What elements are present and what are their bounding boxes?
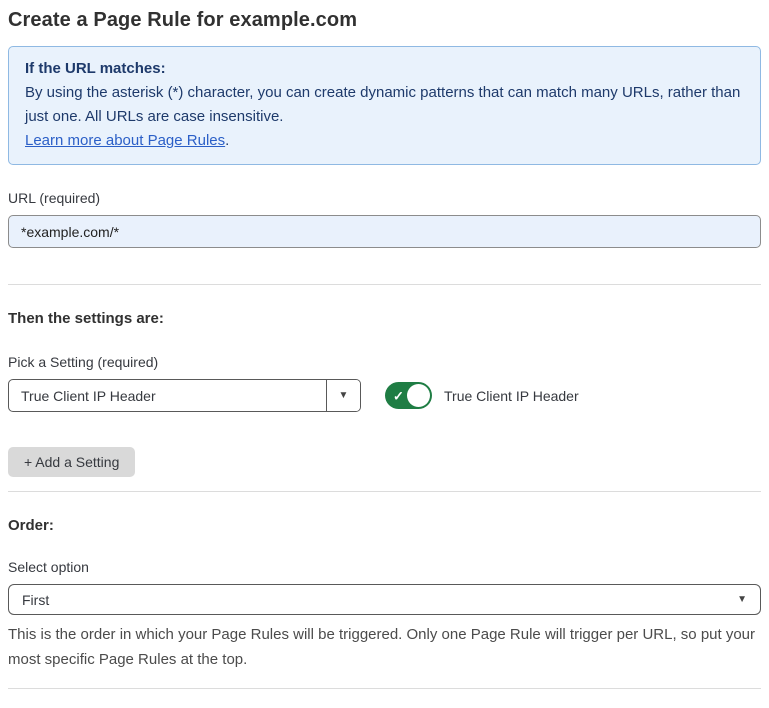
setting-toggle[interactable]: ✓ bbox=[385, 382, 432, 409]
learn-more-link[interactable]: Learn more about Page Rules bbox=[25, 132, 225, 149]
link-suffix: . bbox=[225, 132, 229, 149]
url-match-info-box: If the URL matches: By using the asteris… bbox=[8, 46, 761, 165]
settings-section-heading: Then the settings are: bbox=[8, 309, 761, 329]
divider bbox=[8, 284, 761, 285]
toggle-knob bbox=[407, 384, 430, 407]
chevron-down-icon[interactable]: ▼ bbox=[326, 380, 360, 411]
url-input[interactable] bbox=[8, 215, 761, 248]
order-section-heading: Order: bbox=[8, 516, 761, 536]
add-setting-button[interactable]: + Add a Setting bbox=[8, 447, 135, 477]
divider bbox=[8, 688, 761, 689]
order-help-text: This is the order in which your Page Rul… bbox=[8, 622, 761, 672]
order-select-label: Select option bbox=[8, 558, 761, 576]
create-page-rule-form: Create a Page Rule for example.com If th… bbox=[0, 0, 769, 708]
info-box-heading: If the URL matches: bbox=[25, 57, 744, 81]
chevron-down-icon: ▼ bbox=[737, 594, 747, 605]
setting-select[interactable]: True Client IP Header ▼ bbox=[8, 379, 361, 412]
check-icon: ✓ bbox=[393, 389, 404, 402]
pick-setting-label: Pick a Setting (required) bbox=[8, 353, 761, 371]
info-box-body: By using the asterisk (*) character, you… bbox=[25, 81, 744, 129]
toggle-label: True Client IP Header bbox=[444, 388, 579, 404]
page-title: Create a Page Rule for example.com bbox=[8, 6, 761, 34]
info-box-link-line: Learn more about Page Rules. bbox=[25, 129, 744, 153]
order-select[interactable]: First ▼ bbox=[8, 584, 761, 615]
order-select-value: First bbox=[22, 592, 737, 608]
setting-select-value: True Client IP Header bbox=[9, 380, 326, 411]
url-field-label: URL (required) bbox=[8, 189, 761, 207]
setting-row: True Client IP Header ▼ ✓ True Client IP… bbox=[8, 379, 761, 412]
divider bbox=[8, 491, 761, 492]
